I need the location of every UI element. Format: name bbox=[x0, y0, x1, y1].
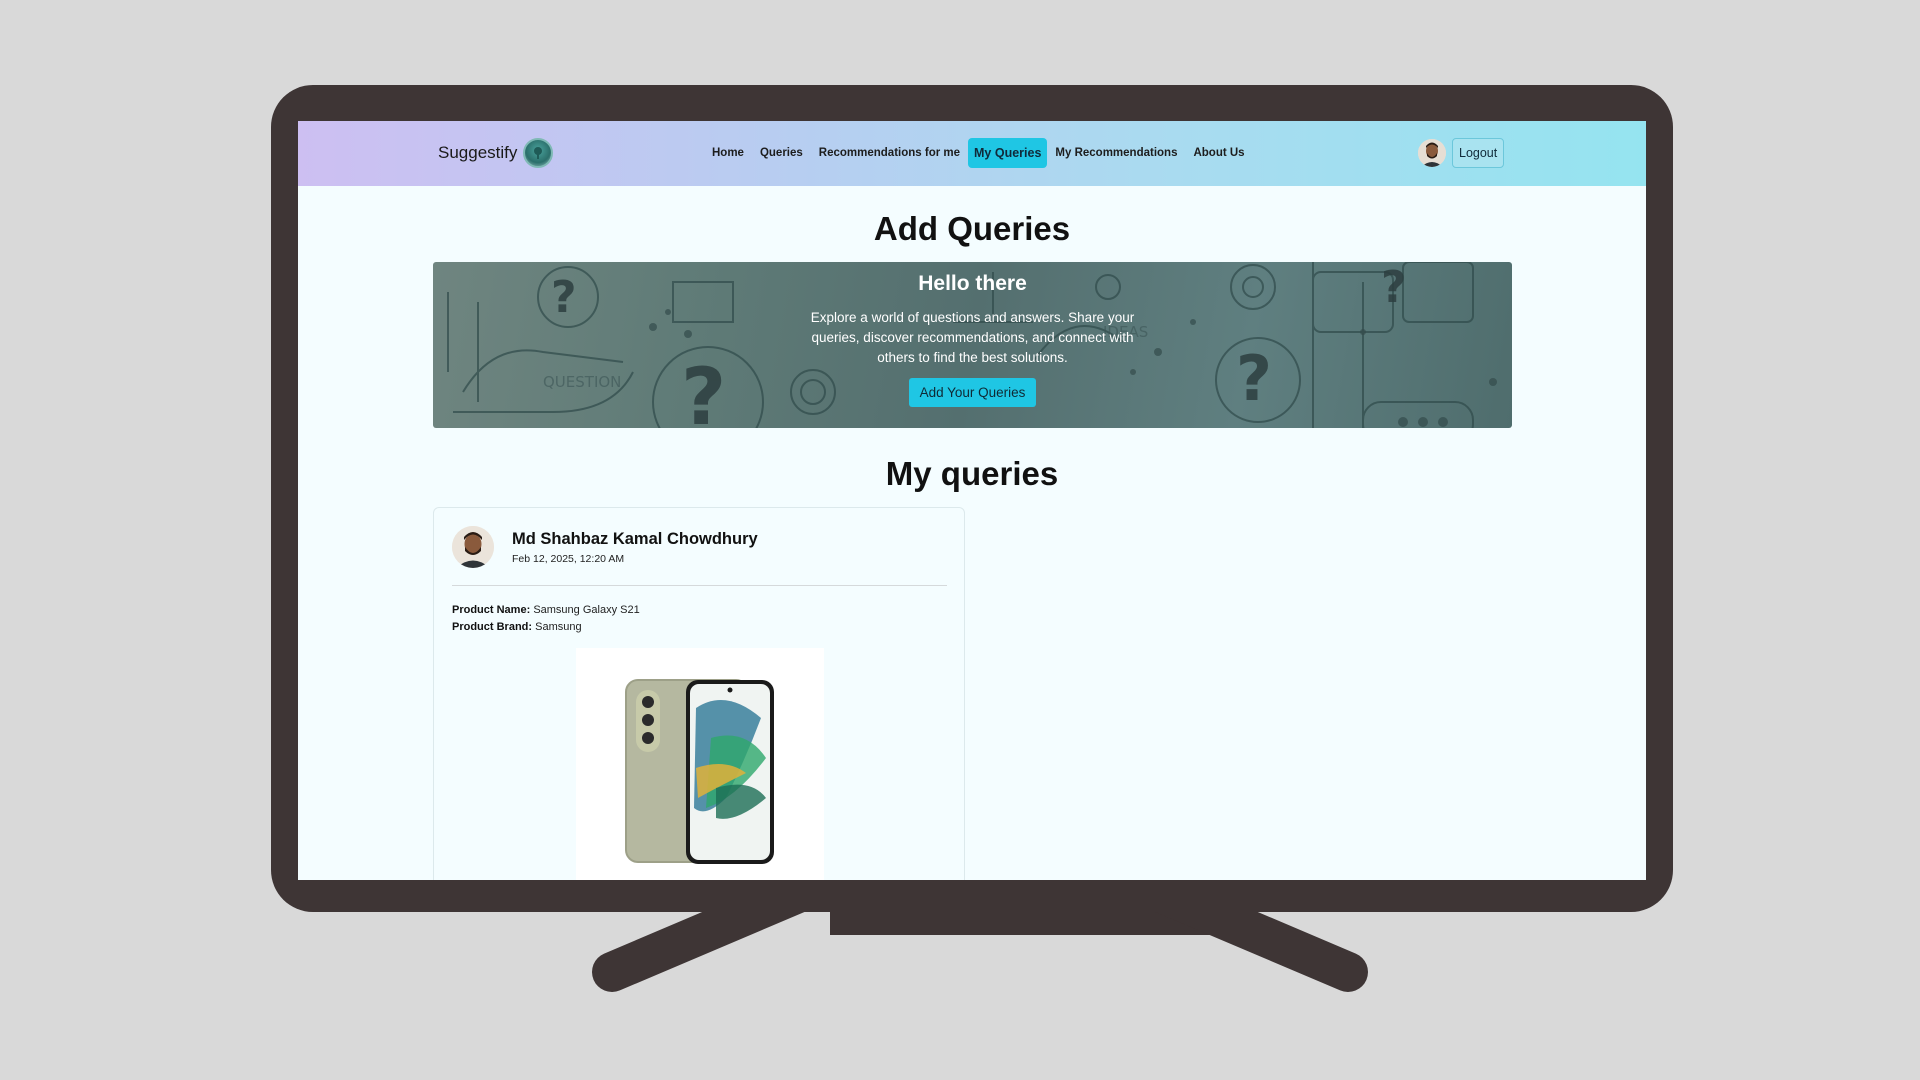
nav-about-us[interactable]: About Us bbox=[1185, 140, 1252, 166]
add-queries-title: Add Queries bbox=[873, 210, 1071, 247]
author-info: Md Shahbaz Kamal Chowdhury Feb 12, 2025,… bbox=[512, 530, 758, 565]
brand[interactable]: Suggestify bbox=[438, 138, 554, 168]
nav-my-recommendations[interactable]: My Recommendations bbox=[1047, 140, 1185, 166]
monitor-screen: Suggestify Home Queries Recommendations … bbox=[298, 121, 1646, 880]
hero-content: Hello there Explore a world of questions… bbox=[433, 272, 1512, 407]
logout-button[interactable]: Logout bbox=[1452, 138, 1505, 168]
card-divider bbox=[452, 585, 947, 586]
product-brand-label: Product Brand: bbox=[452, 621, 533, 633]
phone-image bbox=[625, 679, 774, 864]
query-card: Md Shahbaz Kamal Chowdhury Feb 12, 2025,… bbox=[433, 507, 965, 880]
brand-name[interactable]: Suggestify bbox=[438, 143, 517, 163]
query-date: Feb 12, 2025, 12:20 AM bbox=[512, 552, 625, 565]
author-name: Md Shahbaz Kamal Chowdhury bbox=[512, 529, 758, 548]
nav-user-area: Logout bbox=[1418, 138, 1505, 168]
product-name-row: Product Name: Samsung Galaxy S21 bbox=[452, 602, 640, 619]
nav-recommendations-for-me[interactable]: Recommendations for me bbox=[811, 140, 968, 166]
nav-home[interactable]: Home bbox=[704, 140, 752, 166]
user-avatar[interactable] bbox=[1418, 139, 1446, 167]
product-image bbox=[576, 648, 824, 880]
hero-title: Hello there bbox=[918, 272, 1027, 295]
product-name-label: Product Name: bbox=[452, 604, 531, 616]
hero-text: Explore a world of questions and answers… bbox=[810, 310, 1135, 365]
nav-my-queries[interactable]: My Queries bbox=[968, 138, 1048, 168]
author-avatar bbox=[452, 526, 494, 568]
nav-links: Home Queries Recommendations for me My Q… bbox=[704, 138, 1253, 168]
product-brand: Samsung bbox=[535, 621, 582, 633]
navbar: Suggestify Home Queries Recommendations … bbox=[298, 121, 1646, 186]
product-name: Samsung Galaxy S21 bbox=[533, 604, 640, 616]
add-your-queries-button[interactable]: Add Your Queries bbox=[908, 378, 1037, 407]
nav-queries[interactable]: Queries bbox=[752, 140, 811, 166]
my-queries-title: My queries bbox=[885, 455, 1059, 492]
query-card-header: Md Shahbaz Kamal Chowdhury Feb 12, 2025,… bbox=[452, 526, 758, 568]
product-brand-row: Product Brand: Samsung bbox=[452, 619, 640, 636]
hero-banner: ? ? ? ? QUESTION IDEAS Hello there Explo… bbox=[433, 262, 1512, 428]
product-details: Product Name: Samsung Galaxy S21 Product… bbox=[452, 602, 640, 636]
brand-logo-icon[interactable] bbox=[523, 138, 554, 168]
